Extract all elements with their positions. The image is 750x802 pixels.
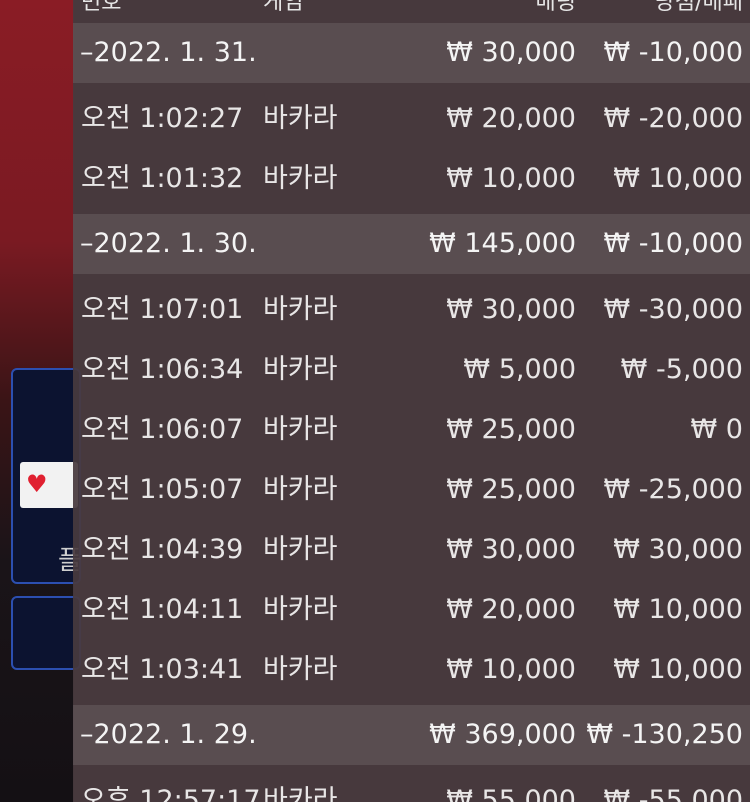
bet-amount: ₩ 30,000 — [446, 294, 576, 325]
bet-row[interactable]: 오전 1:03:41 바카라 ₩ 10,000 ₩ 10,000 — [73, 640, 750, 700]
date-label: –2022. 1. 30. — [80, 228, 257, 259]
bet-amount: ₩ 30,000 — [446, 534, 576, 565]
date-label: –2022. 1. 29. — [80, 719, 257, 750]
header-result: 당첨/배패 — [654, 0, 743, 15]
bet-result: ₩ -55,000 — [603, 785, 744, 802]
bet-result: ₩ 30,000 — [613, 534, 743, 565]
bet-game: 바카라 — [263, 103, 338, 134]
bet-row[interactable]: 오전 1:01:32 바카라 ₩ 10,000 ₩ 10,000 — [73, 149, 750, 209]
bet-game: 바카라 — [263, 474, 338, 505]
header-game: 게임 — [263, 0, 304, 15]
bet-amount: ₩ 25,000 — [446, 414, 576, 445]
game-side-panel-2[interactable] — [11, 596, 81, 670]
bet-row[interactable]: 오후 12:57:17 바카라 ₩ 55,000 ₩ -55,000 — [73, 771, 750, 802]
header-number: 번호 — [81, 0, 122, 15]
bet-game: 바카라 — [263, 785, 338, 802]
bet-time: 오전 1:02:27 — [81, 103, 244, 134]
bet-time: 오전 1:04:11 — [81, 594, 244, 625]
bet-game: 바카라 — [263, 534, 338, 565]
bet-time: 오전 1:01:32 — [81, 163, 244, 194]
date-row[interactable]: –2022. 1. 29. ₩ 369,000 ₩ -130,250 — [73, 705, 750, 765]
bet-time: 오전 1:06:34 — [81, 354, 244, 385]
header-bet: 배팅 — [535, 0, 576, 15]
bet-result: ₩ -25,000 — [603, 474, 744, 505]
date-label: –2022. 1. 31. — [80, 37, 257, 68]
bet-time: 오전 1:05:07 — [81, 474, 244, 505]
bet-result: ₩ 10,000 — [613, 594, 743, 625]
bet-row[interactable]: 오전 1:04:39 바카라 ₩ 30,000 ₩ 30,000 — [73, 520, 750, 580]
bet-game: 바카라 — [263, 414, 338, 445]
bet-time: 오전 1:03:41 — [81, 654, 244, 685]
bet-amount: ₩ 20,000 — [446, 594, 576, 625]
bet-time: 오전 1:04:39 — [81, 534, 244, 565]
bet-result: ₩ 10,000 — [613, 163, 743, 194]
bet-amount: ₩ 5,000 — [463, 354, 576, 385]
bet-row[interactable]: 오전 1:02:27 바카라 ₩ 20,000 ₩ -20,000 — [73, 89, 750, 149]
bet-result: ₩ 10,000 — [613, 654, 743, 685]
bet-amount: ₩ 10,000 — [446, 654, 576, 685]
bet-row[interactable]: 오전 1:07:01 바카라 ₩ 30,000 ₩ -30,000 — [73, 280, 750, 340]
bet-time: 오후 12:57:17 — [81, 785, 261, 802]
bet-row[interactable]: 오전 1:05:07 바카라 ₩ 25,000 ₩ -25,000 — [73, 460, 750, 520]
result-total: ₩ -10,000 — [603, 37, 744, 68]
bet-amount: ₩ 55,000 — [446, 785, 576, 802]
result-total: ₩ -130,250 — [586, 719, 743, 750]
result-total: ₩ -10,000 — [603, 228, 744, 259]
bet-result: ₩ -5,000 — [620, 354, 743, 385]
bet-total: ₩ 369,000 — [429, 719, 576, 750]
bet-game: 바카라 — [263, 654, 338, 685]
bet-game: 바카라 — [263, 594, 338, 625]
bet-game: 바카라 — [263, 354, 338, 385]
table-header: 번호 게임 배팅 당첨/배패 — [73, 0, 750, 15]
bet-time: 오전 1:07:01 — [81, 294, 244, 325]
bet-time: 오전 1:06:07 — [81, 414, 244, 445]
date-row[interactable]: –2022. 1. 31. ₩ 30,000 ₩ -10,000 — [73, 23, 750, 83]
bet-row[interactable]: 오전 1:06:34 바카라 ₩ 5,000 ₩ -5,000 — [73, 340, 750, 400]
bet-amount: ₩ 20,000 — [446, 103, 576, 134]
bet-result: ₩ -30,000 — [603, 294, 744, 325]
bet-game: 바카라 — [263, 294, 338, 325]
bet-total: ₩ 145,000 — [429, 228, 576, 259]
bet-result: ₩ -20,000 — [603, 103, 744, 134]
bet-row[interactable]: 오전 1:06:07 바카라 ₩ 25,000 ₩ 0 — [73, 400, 750, 460]
bet-amount: ₩ 10,000 — [446, 163, 576, 194]
bet-game: 바카라 — [263, 163, 338, 194]
heart-icon: ♥ — [26, 470, 48, 498]
date-row[interactable]: –2022. 1. 30. ₩ 145,000 ₩ -10,000 — [73, 214, 750, 274]
bet-amount: ₩ 25,000 — [446, 474, 576, 505]
bet-row[interactable]: 오전 1:04:11 바카라 ₩ 20,000 ₩ 10,000 — [73, 580, 750, 640]
bet-result: ₩ 0 — [690, 414, 743, 445]
bet-history-panel: 번호 게임 배팅 당첨/배패 –2022. 1. 31. ₩ 30,000 ₩ … — [73, 0, 750, 802]
bet-total: ₩ 30,000 — [446, 37, 576, 68]
